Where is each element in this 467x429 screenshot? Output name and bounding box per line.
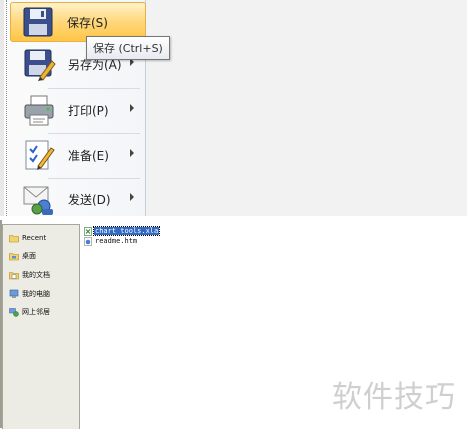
watermark-text: 软件技巧 bbox=[332, 380, 456, 415]
menu-item-send[interactable]: 发送(D) bbox=[14, 179, 142, 219]
html-file-icon bbox=[84, 236, 92, 246]
save-as-icon bbox=[24, 49, 56, 81]
menu-item-label: 打印(P) bbox=[68, 103, 109, 118]
excel-addin-file-icon bbox=[84, 226, 92, 236]
send-mail-icon bbox=[23, 186, 53, 215]
submenu-arrow-icon bbox=[130, 193, 134, 201]
place-network[interactable]: 网上邻居 bbox=[9, 305, 50, 319]
menu-item-label: 保存(S) bbox=[67, 15, 108, 30]
my-computer-icon bbox=[9, 289, 19, 298]
file-item-chart-tools[interactable]: chart tools.xla bbox=[84, 226, 161, 236]
network-places-icon bbox=[9, 308, 19, 317]
place-desktop[interactable]: 桌面 bbox=[9, 249, 36, 263]
place-recent[interactable]: Recent bbox=[9, 231, 46, 245]
recent-folder-icon bbox=[9, 235, 19, 243]
desktop-icon bbox=[9, 253, 19, 261]
place-label: 网上邻居 bbox=[22, 308, 50, 316]
menu-item-prepare[interactable]: 准备(E) bbox=[14, 135, 142, 175]
menu-item-print[interactable]: 打印(P) bbox=[14, 90, 142, 130]
menu-separator bbox=[48, 133, 140, 134]
file-name: readme.htm bbox=[95, 237, 138, 245]
office-menu-panel: 保存(S) 另存为(A) 打印(P) 准备(E) 发送(D) 保存 (Ctrl+… bbox=[0, 0, 467, 216]
recent-documents-pane bbox=[145, 0, 467, 216]
place-my-documents[interactable]: 我的文档 bbox=[9, 268, 50, 282]
file-item-readme[interactable]: readme.htm bbox=[84, 236, 138, 246]
submenu-arrow-icon bbox=[130, 149, 134, 157]
place-label: 我的电脑 bbox=[22, 290, 50, 298]
place-label: 桌面 bbox=[22, 252, 36, 260]
menu-divider bbox=[6, 0, 8, 216]
floppy-disk-icon bbox=[23, 7, 53, 37]
menu-item-label: 准备(E) bbox=[68, 148, 109, 163]
save-tooltip: 保存 (Ctrl+S) bbox=[86, 36, 170, 60]
submenu-arrow-icon bbox=[130, 104, 134, 112]
file-name: chart tools.xla bbox=[92, 226, 161, 236]
places-bar: Recent 桌面 我的文档 我的电脑 网上邻居 bbox=[2, 224, 80, 429]
menu-separator bbox=[48, 88, 140, 89]
menu-item-label: 发送(D) bbox=[68, 192, 111, 207]
my-documents-icon bbox=[9, 272, 19, 280]
menu-frame bbox=[0, 0, 4, 216]
office-menu: 保存(S) 另存为(A) 打印(P) 准备(E) 发送(D) 保存 (Ctrl+… bbox=[0, 0, 170, 219]
place-label: Recent bbox=[22, 234, 47, 242]
place-my-computer[interactable]: 我的电脑 bbox=[9, 287, 50, 301]
printer-icon bbox=[24, 95, 54, 126]
place-label: 我的文档 bbox=[22, 271, 50, 279]
prepare-document-icon bbox=[25, 140, 55, 170]
